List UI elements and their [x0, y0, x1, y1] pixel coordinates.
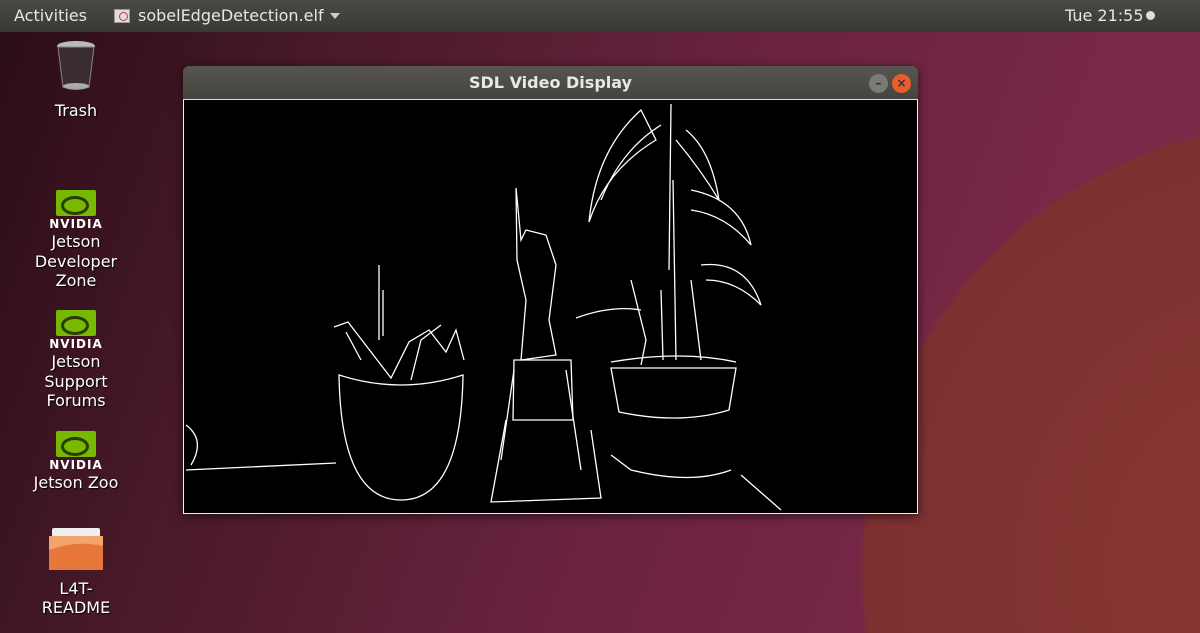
minimize-button[interactable]: – — [869, 74, 888, 93]
close-button[interactable]: × — [892, 74, 911, 93]
icon-label: Jetson — [51, 352, 101, 371]
icon-label: Jetson — [51, 232, 101, 251]
window-title: SDL Video Display — [469, 73, 632, 92]
app-name: sobelEdgeDetection.elf — [138, 6, 324, 25]
icon-label: Trash — [54, 100, 98, 120]
desktop-icon-jetson-support-forums[interactable]: NVIDIA Jetson Support Forums — [16, 310, 136, 411]
top-bar: Activities sobelEdgeDetection.elf Tue 21… — [0, 0, 1200, 32]
edge-detection-frame — [185, 103, 782, 511]
trash-icon — [57, 41, 95, 90]
nvidia-wordmark: NVIDIA — [49, 458, 103, 472]
nvidia-icon — [56, 310, 96, 336]
chevron-down-icon — [329, 12, 340, 19]
folder-icon — [49, 528, 103, 570]
desktop-icon-jetson-developer-zone[interactable]: NVIDIA Jetson Developer Zone — [16, 190, 136, 291]
app-menu[interactable]: sobelEdgeDetection.elf — [114, 6, 340, 25]
activities-button[interactable]: Activities — [14, 6, 87, 25]
desktop-icon-jetson-zoo[interactable]: NVIDIA Jetson Zoo — [16, 431, 136, 493]
clock[interactable]: Tue 21:55 — [1065, 6, 1144, 25]
desktop-icon-l4t-readme[interactable]: L4T- README — [16, 526, 136, 618]
app-icon — [114, 8, 130, 23]
desktop-icon-trash[interactable]: Trash — [16, 40, 136, 120]
icon-label: Zone — [55, 271, 97, 290]
nvidia-icon — [56, 190, 96, 216]
icon-label: Forums — [46, 391, 106, 410]
icon-label: README — [41, 598, 111, 617]
icon-label: L4T- — [59, 578, 93, 598]
nvidia-icon — [56, 431, 96, 457]
icon-label: Jetson Zoo — [33, 473, 119, 492]
sdl-video-window: SDL Video Display – × — [183, 66, 918, 514]
window-titlebar[interactable]: SDL Video Display – × — [183, 66, 918, 100]
status-indicator-icon[interactable] — [1146, 11, 1155, 20]
video-display — [183, 100, 918, 514]
nvidia-wordmark: NVIDIA — [49, 217, 103, 231]
nvidia-wordmark: NVIDIA — [49, 337, 103, 351]
icon-label: Developer — [34, 251, 118, 271]
icon-label: Support — [44, 371, 108, 391]
